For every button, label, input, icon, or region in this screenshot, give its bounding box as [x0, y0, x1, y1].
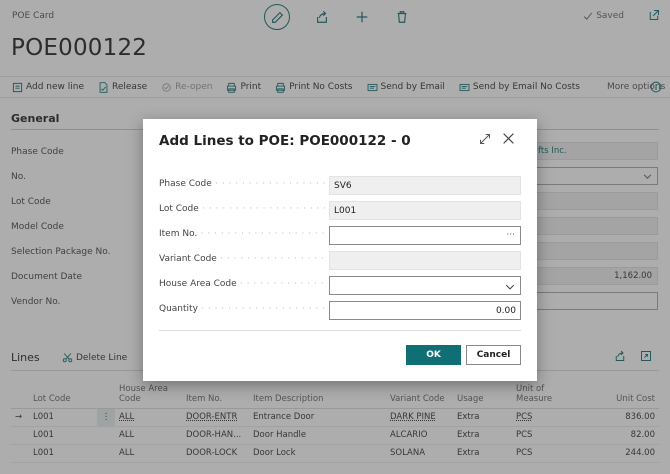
- quantity-input[interactable]: 0.00: [329, 301, 521, 320]
- dialog-expand-button[interactable]: [479, 133, 491, 148]
- house-area-code-label: House Area Code: [159, 279, 327, 289]
- ok-button[interactable]: OK: [406, 345, 461, 365]
- item-no-label-text: Item No.: [159, 229, 198, 239]
- phase-code-input[interactable]: SV6: [329, 176, 521, 195]
- lot-code-label: Lot Code: [159, 204, 327, 214]
- phase-code-label: Phase Code: [159, 179, 327, 189]
- add-lines-dialog: Add Lines to POE: POE000122 - 0 Phase Co…: [143, 119, 537, 381]
- cancel-button[interactable]: Cancel: [466, 345, 521, 365]
- dialog-title: Add Lines to POE: POE000122 - 0: [159, 133, 411, 149]
- variant-code-label-text: Variant Code: [159, 254, 217, 264]
- expand-arrows-icon: [480, 134, 490, 144]
- poe-card-page: POE Card Saved POE000122 Add new line Re…: [0, 0, 670, 474]
- quantity-label-text: Quantity: [159, 304, 198, 314]
- phase-code-row: Phase Code SV6: [159, 176, 521, 195]
- phase-code-label-text: Phase Code: [159, 179, 212, 189]
- house-area-code-label-text: House Area Code: [159, 279, 237, 289]
- house-area-code-row: House Area Code: [159, 276, 521, 295]
- variant-code-row: Variant Code: [159, 251, 521, 270]
- quantity-row: Quantity 0.00: [159, 301, 521, 320]
- lookup-ellipsis-icon[interactable]: ···: [506, 230, 515, 240]
- item-no-input[interactable]: ···: [329, 226, 521, 245]
- close-icon: [503, 133, 514, 144]
- lot-code-label-text: Lot Code: [159, 204, 199, 214]
- dialog-divider: [159, 330, 521, 331]
- item-no-row: Item No. · · ·: [159, 226, 521, 245]
- dialog-close-button[interactable]: [502, 132, 515, 148]
- variant-code-label: Variant Code: [159, 254, 327, 264]
- quantity-label: Quantity: [159, 304, 327, 314]
- chevron-down-icon: [505, 284, 515, 290]
- lot-code-row: Lot Code L001: [159, 201, 521, 220]
- house-area-code-select[interactable]: [329, 276, 521, 295]
- lot-code-input[interactable]: L001: [329, 201, 521, 220]
- variant-code-input[interactable]: [329, 251, 521, 270]
- item-no-label: Item No.: [159, 229, 327, 239]
